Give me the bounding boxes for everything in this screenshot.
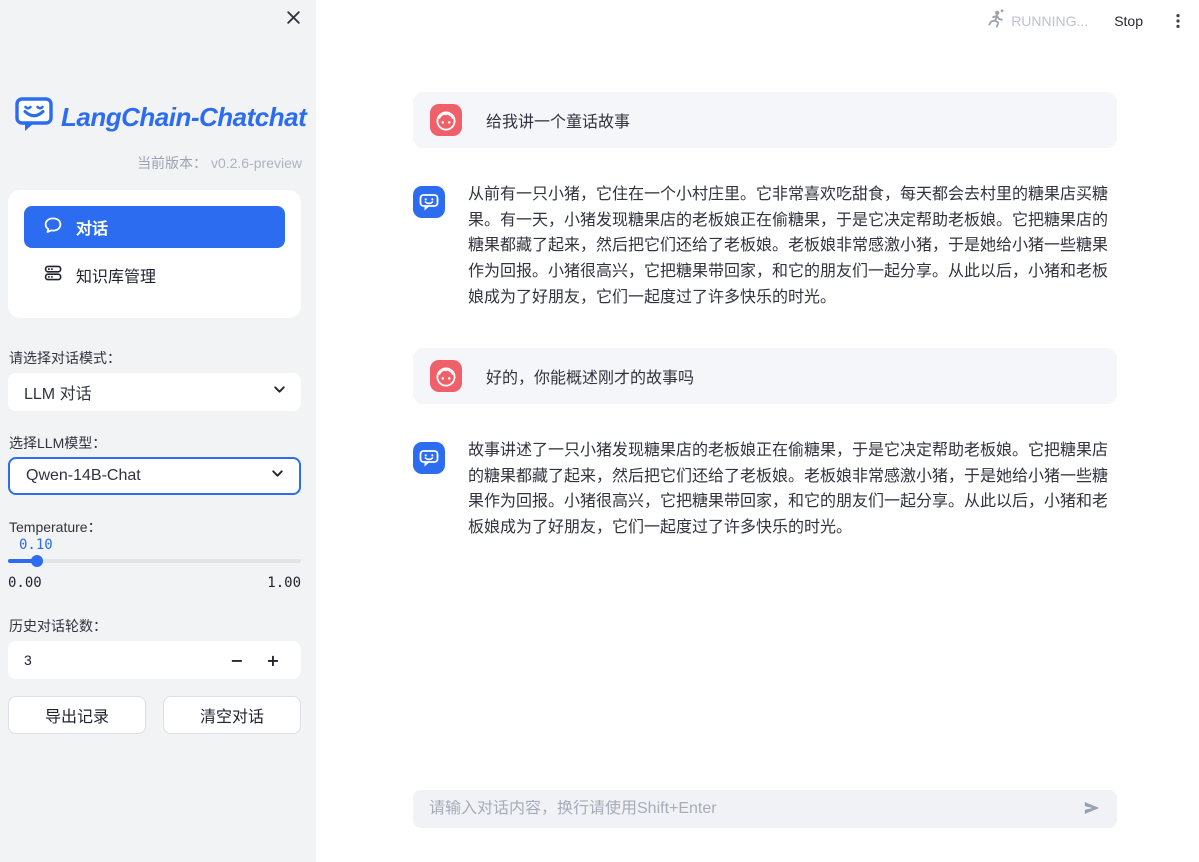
chat-message-assistant: 从前有一只小猪，它住在一个小村庄里。它非常喜欢吃甜食，每天都会去村里的糖果店买糖… <box>413 180 1117 311</box>
sidebar-close-button[interactable] <box>283 9 303 29</box>
assistant-avatar-icon <box>413 186 445 218</box>
temperature-label: Temperature： <box>9 517 102 537</box>
clear-dialogue-button[interactable]: 清空对话 <box>163 696 301 734</box>
overflow-menu-icon[interactable] <box>1169 12 1187 30</box>
sidebar-actions: 导出记录 清空对话 <box>8 696 301 734</box>
logo-icon <box>14 94 54 141</box>
dialog-mode-select[interactable]: LLM 对话 <box>8 373 301 411</box>
chat-message-assistant: 故事讲述了一只小猪发现糖果店的老板娘正在偷糖果，于是它决定帮助老板娘。它把糖果店… <box>413 436 1117 541</box>
sidebar-item-knowledge-base[interactable]: 知识库管理 <box>24 255 285 295</box>
chat-message-user: 给我讲一个童话故事 <box>413 92 1117 148</box>
chat-input[interactable] <box>429 800 1079 818</box>
send-arrow-icon <box>1081 797 1103 822</box>
temperature-value: 0.10 <box>19 537 53 553</box>
history-rounds-input[interactable]: 3 − + <box>8 641 301 679</box>
message-text: 从前有一只小猪，它住在一个小村庄里。它非常喜欢吃甜食，每天都会去村里的糖果店买糖… <box>468 182 1114 311</box>
dialog-mode-value: LLM 对话 <box>24 380 92 404</box>
status-text: RUNNING... <box>1011 13 1088 29</box>
app-root: LangChain-Chatchat 当前版本： v0.2.6-preview … <box>0 0 1199 862</box>
llm-model-select[interactable]: Qwen-14B-Chat <box>8 457 301 495</box>
close-icon <box>285 9 302 29</box>
user-avatar-icon <box>430 360 462 392</box>
version-label: 当前版本： <box>137 155 207 171</box>
message-text: 给我讲一个童话故事 <box>486 108 630 132</box>
chat-input-container <box>413 790 1117 828</box>
slider-thumb[interactable] <box>31 555 43 567</box>
chevron-down-icon <box>272 382 287 402</box>
message-text: 故事讲述了一只小猪发现糖果店的老板娘正在偷糖果，于是它决定帮助老板娘。它把糖果店… <box>468 438 1114 541</box>
sidebar: LangChain-Chatchat 当前版本： v0.2.6-preview … <box>0 0 316 862</box>
chevron-down-icon <box>270 466 285 486</box>
send-button[interactable] <box>1079 795 1105 824</box>
nav-label: 对话 <box>76 215 108 239</box>
sidebar-item-dialogue[interactable]: 对话 <box>24 206 285 248</box>
app-header: RUNNING... Stop <box>984 8 1187 34</box>
version-info: 当前版本： v0.2.6-preview <box>137 153 302 173</box>
temperature-slider[interactable] <box>8 559 301 563</box>
speech-bubble-icon <box>43 215 63 240</box>
history-rounds-label: 历史对话轮数： <box>9 616 107 636</box>
slider-max: 1.00 <box>267 575 301 591</box>
export-records-button[interactable]: 导出记录 <box>8 696 146 734</box>
stop-button[interactable]: Stop <box>1114 13 1143 29</box>
nav-label: 知识库管理 <box>76 263 156 287</box>
database-stack-icon <box>43 263 63 288</box>
increment-button[interactable]: + <box>261 651 285 670</box>
nav-card: 对话 知识库管理 <box>8 190 301 318</box>
chat-message-user: 好的，你能概述刚才的故事吗 <box>413 348 1117 404</box>
slider-min: 0.00 <box>8 575 42 591</box>
logo-title: LangChain-Chatchat <box>61 102 306 133</box>
llm-model-value: Qwen-14B-Chat <box>26 467 141 485</box>
decrement-button[interactable]: − <box>225 651 249 670</box>
app-logo: LangChain-Chatchat <box>14 94 306 141</box>
user-avatar-icon <box>430 104 462 136</box>
assistant-avatar-icon <box>413 442 445 474</box>
llm-model-label: 选择LLM模型： <box>9 433 106 453</box>
main-area: RUNNING... Stop 给我讲一个童话故事 <box>316 0 1199 862</box>
dialog-mode-label: 请选择对话模式： <box>9 348 121 368</box>
running-person-icon <box>984 8 1005 34</box>
message-text: 好的，你能概述刚才的故事吗 <box>486 364 694 388</box>
version-value: v0.2.6-preview <box>211 155 302 171</box>
history-rounds-value: 3 <box>24 652 225 668</box>
slider-range-labels: 0.00 1.00 <box>8 575 301 591</box>
